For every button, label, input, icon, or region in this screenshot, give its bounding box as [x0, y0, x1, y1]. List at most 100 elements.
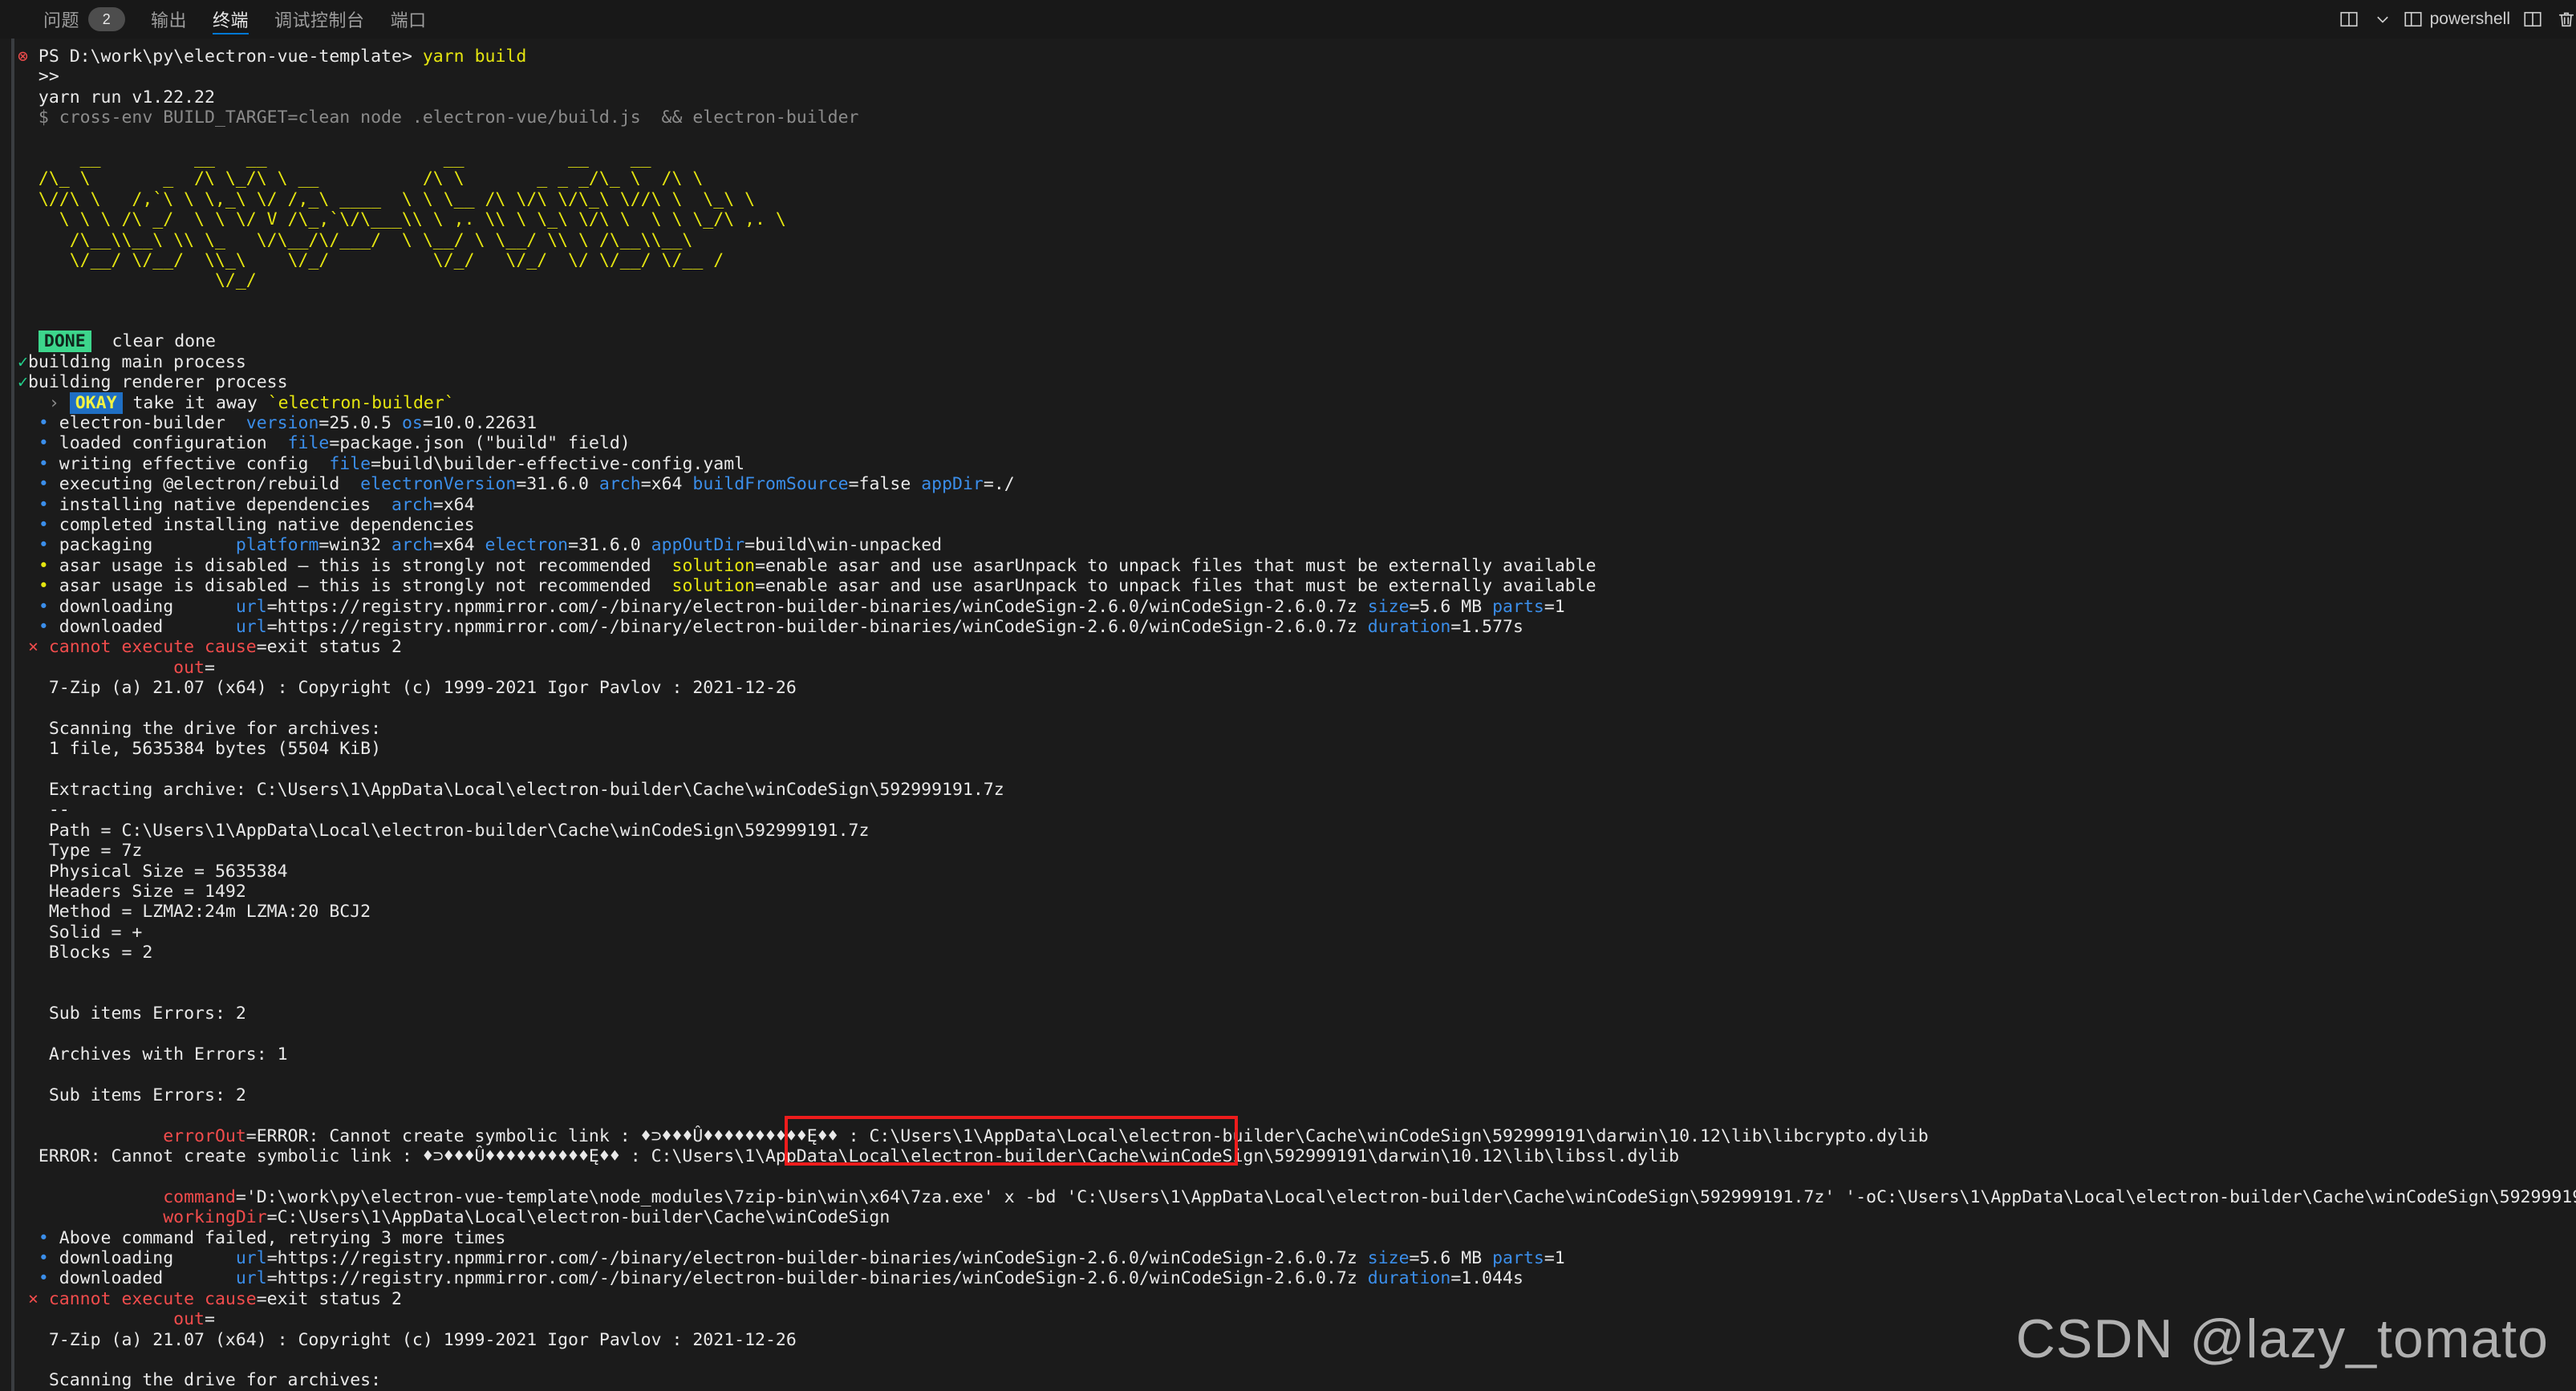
sevenzip-output-line: Physical Size = 5635384 — [18, 862, 2576, 882]
retry-log-line: • Above command failed, retrying 3 more … — [18, 1228, 2576, 1248]
workingdir-line: workingDir=C:\Users\1\AppData\Local\elec… — [18, 1207, 2576, 1227]
ascii-banner-row-0: __ __ __ __ __ __ — [18, 148, 651, 168]
cannot-execute-line: × cannot execute cause=exit status 2 — [18, 1289, 2576, 1309]
info-bullet-icon: • — [18, 514, 59, 535]
typed-command: yarn build — [422, 47, 527, 67]
log-field-key: size — [1367, 596, 1410, 617]
build-step-label-1: building renderer process — [27, 372, 288, 393]
log-field-value: =1 — [1544, 1248, 1565, 1269]
sevenzip-text: Path = C:\Users\1\AppData\Local\electron… — [18, 820, 870, 841]
tab-output[interactable]: 输出 — [138, 0, 200, 39]
split-terminal-icon — [2524, 11, 2542, 27]
cannot-execute-label: × cannot execute — [18, 637, 205, 658]
check-icon: ✓ — [18, 351, 28, 372]
log-message: Above command failed, retrying 3 more ti… — [59, 1227, 506, 1248]
info-bullet-icon: • — [18, 1248, 59, 1269]
ascii-banner-row-4: /\__\\__\ \\ \_ \/\__/\/___/ \ \__/ \ \_… — [18, 229, 693, 250]
tab-ports[interactable]: 端口 — [378, 0, 440, 39]
symlink-error-line: errorOut=ERROR: Cannot create symbolic l… — [18, 1126, 2576, 1146]
cause-value: =exit status 2 — [256, 1288, 402, 1309]
log-field-value: =https://registry.npmmirror.com/-/binary… — [266, 616, 1368, 637]
log-field-value: =https://registry.npmmirror.com/-/binary… — [266, 1268, 1368, 1289]
split-terminal-button[interactable] — [2518, 3, 2547, 35]
log-field-key: appDir — [921, 474, 984, 495]
kill-terminal-button[interactable] — [2552, 3, 2576, 35]
yarn-version-line: yarn run v1.22.22 — [18, 87, 2576, 107]
sevenzip-output-line: Solid = + — [18, 923, 2576, 943]
launch-profile-button[interactable] — [2335, 3, 2363, 35]
log-field-key: url — [235, 1268, 267, 1289]
split-panel-icon — [2340, 11, 2358, 27]
log-field-key: file — [287, 433, 330, 454]
log-field-value: =package.json ("build" field) — [329, 433, 631, 454]
tab-terminal[interactable]: 终端 — [200, 0, 262, 39]
log-pad — [225, 413, 246, 433]
sevenzip-text-2: Scanning the drive for archives: — [18, 1370, 382, 1391]
done-text: clear done — [91, 331, 217, 352]
command-line: command='D:\work\py\electron-vue-templat… — [18, 1187, 2576, 1207]
electron-builder-log-line: • asar usage is disabled — this is stron… — [18, 576, 2576, 596]
log-field-value: =win32 — [318, 535, 392, 556]
ascii-banner-row-3: \ \ \ /\ _/ \ \ \/ V /\_,`\/\___\\ \ ,. … — [18, 209, 786, 230]
log-field-key: buildFromSource — [692, 474, 849, 495]
sevenzip-output-line: Method = LZMA2:24m LZMA:20 BCJ2 — [18, 902, 2576, 922]
terminal-output-area[interactable]: ⊗ PS D:\work\py\electron-vue-template> y… — [0, 39, 2576, 1391]
log-pad — [651, 556, 672, 576]
log-message: loaded configuration — [59, 433, 267, 454]
sevenzip-text: Extracting archive: C:\Users\1\AppData\L… — [18, 780, 1004, 801]
sevenzip-output-line — [18, 1065, 2576, 1085]
log-field-value: =build\win-unpacked — [744, 535, 943, 556]
log-message: downloaded — [59, 1268, 164, 1289]
log-field-value: =5.6 MB — [1409, 1248, 1493, 1269]
sevenzip-text: -- — [18, 800, 70, 821]
cannot-execute-line: × cannot execute cause=exit status 2 — [18, 637, 2576, 657]
sevenzip-output-line: Extracting archive: C:\Users\1\AppData\L… — [18, 780, 2576, 800]
out-key: out — [18, 657, 205, 678]
sevenzip-text: 7-Zip (a) 21.07 (x64) : Copyright (c) 19… — [18, 678, 797, 699]
log-pad — [371, 495, 391, 515]
tab-label: 问题 — [43, 10, 80, 30]
log-pad — [163, 617, 236, 637]
log-message: executing @electron/rebuild — [59, 474, 340, 495]
shell-prompt: PS D:\work\py\electron-vue-template> — [27, 47, 423, 67]
warning-bullet-icon: • — [18, 555, 59, 576]
sevenzip-output-line: 1 file, 5635384 bytes (5504 KiB) — [18, 739, 2576, 759]
log-message: downloading — [59, 1248, 174, 1269]
cannot-execute-label: × cannot execute — [18, 1288, 205, 1309]
ascii-banner-row-1: /\_ \ _ /\ \_/\ \ __ /\ \ _ _ _/\_ \ /\ … — [18, 168, 704, 189]
workingdir-key: workingDir — [18, 1207, 267, 1228]
build-step-line: ✓building main process — [18, 352, 2576, 372]
electron-builder-log-line: • installing native dependencies arch=x6… — [18, 495, 2576, 515]
sevenzip-output-line — [18, 699, 2576, 719]
log-field-key: solution — [671, 555, 756, 576]
log-message: electron-builder — [59, 413, 225, 434]
sevenzip-output-line: Headers Size = 1492 — [18, 882, 2576, 902]
symlink-error-line-2: ERROR: Cannot create symbolic link : ♦⊃♦… — [18, 1146, 2576, 1166]
okay-line: › OKAY take it away `electron-builder` — [18, 391, 2576, 414]
sevenzip-output-line — [18, 983, 2576, 1004]
info-bullet-icon: • — [18, 433, 59, 454]
info-bullet-icon: • — [18, 1227, 59, 1248]
electron-builder-log-line: • asar usage is disabled — this is stron… — [18, 556, 2576, 576]
sevenzip-text: Headers Size = 1492 — [18, 882, 246, 902]
active-terminal-entry[interactable]: powershell — [2402, 3, 2513, 35]
okay-badge: OKAY — [69, 391, 123, 414]
tab-problems[interactable]: 问题 2 — [30, 0, 138, 39]
electron-builder-log-line: • packaging platform=win32 arch=x64 elec… — [18, 535, 2576, 555]
check-icon: ✓ — [18, 372, 28, 393]
command-key: command — [18, 1186, 236, 1207]
launch-profile-dropdown[interactable] — [2368, 3, 2397, 35]
tab-label: 输出 — [151, 10, 188, 30]
log-field-key: arch — [598, 474, 641, 495]
log-pad — [308, 454, 329, 474]
command-value: ='D:\work\py\electron-vue-template\node_… — [235, 1186, 2576, 1207]
tab-badge-count: 2 — [88, 7, 126, 31]
log-field-key: url — [235, 616, 267, 637]
electron-builder-log-line: • executing @electron/rebuild electronVe… — [18, 474, 2576, 494]
panel-tab-list: 问题 2 输出 终端 调试控制台 端口 — [0, 0, 440, 39]
log-field-value: =1.577s — [1450, 616, 1523, 637]
tab-debug-console[interactable]: 调试控制台 — [262, 0, 378, 39]
log-field-key: solution — [671, 576, 756, 597]
